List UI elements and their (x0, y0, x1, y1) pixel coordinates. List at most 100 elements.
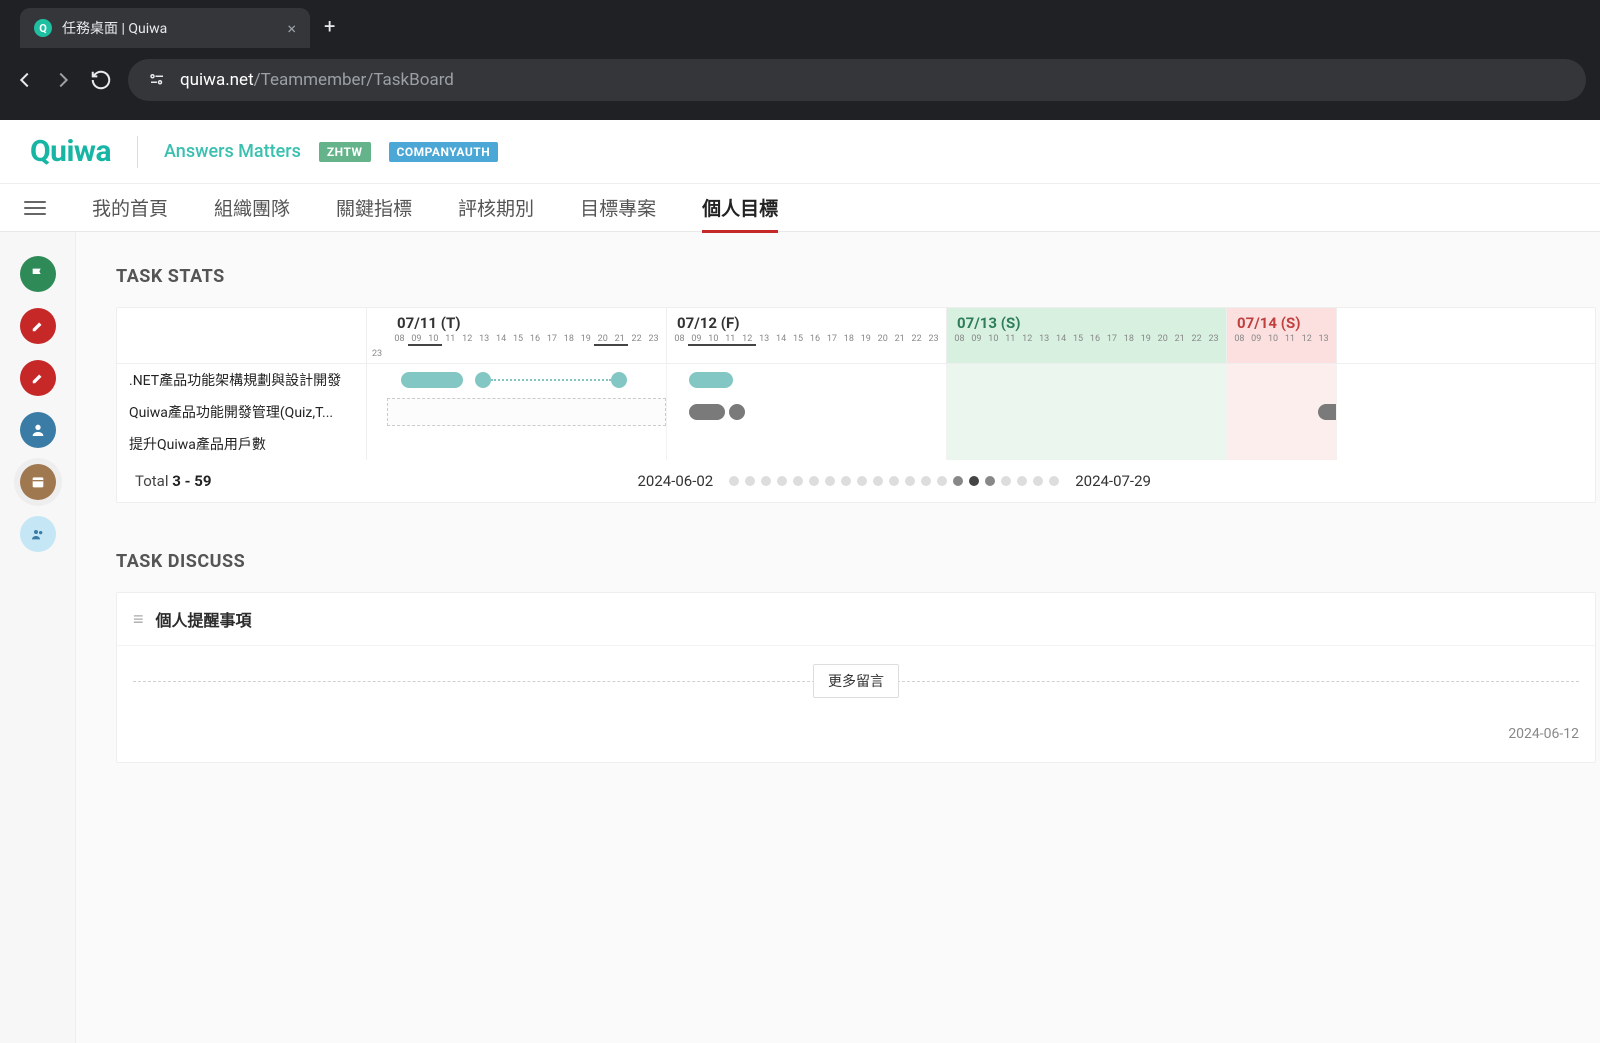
gantt-lane[interactable] (387, 396, 667, 428)
more-comments-button[interactable]: 更多留言 (813, 664, 899, 698)
gantt-dot[interactable] (475, 372, 491, 388)
rail-team-icon[interactable] (20, 516, 56, 552)
back-button[interactable] (14, 69, 36, 91)
pager-dot[interactable] (1001, 476, 1011, 486)
gantt-bar[interactable] (689, 404, 725, 420)
pager-dot[interactable] (825, 476, 835, 486)
url-text: quiwa.net/Teammember/TaskBoard (180, 70, 454, 90)
hour-tick: 12 (1298, 334, 1315, 344)
pager-dot[interactable] (745, 476, 755, 486)
hour-tick: 21 (1171, 334, 1188, 344)
nav-tab-4[interactable]: 目標專案 (580, 184, 656, 232)
rail-flag-icon[interactable] (20, 256, 56, 292)
nav-tab-3[interactable]: 評核期別 (458, 184, 534, 232)
browser-tab[interactable]: Q 任務桌面 | Quiwa × (20, 8, 310, 48)
pager-dot[interactable] (841, 476, 851, 486)
gantt-lane[interactable] (667, 364, 947, 396)
gantt-lane[interactable] (387, 364, 667, 396)
auth-badge[interactable]: COMPANYAUTH (389, 142, 499, 162)
gantt-total: Total 3 - 59 (135, 472, 211, 490)
hour-tick: 14 (493, 334, 510, 346)
rail-user-icon[interactable] (20, 412, 56, 448)
nav-tab-5[interactable]: 個人目標 (702, 184, 778, 232)
task-label[interactable]: .NET產品功能架構規劃與設計開發 (117, 364, 367, 396)
close-tab-icon[interactable]: × (287, 19, 296, 38)
nav-tab-1[interactable]: 組織團隊 (214, 184, 290, 232)
hour-prefix: 23 (367, 308, 387, 363)
task-label[interactable]: Quiwa產品功能開發管理(Quiz,T... (117, 396, 367, 428)
app-header: Quiwa Answers Matters ZHTW COMPANYAUTH (0, 120, 1600, 184)
pager-dot[interactable] (857, 476, 867, 486)
hour-tick: 19 (577, 334, 594, 346)
hour-tick: 08 (951, 334, 968, 344)
gantt-lane[interactable] (1227, 396, 1337, 428)
gantt-lane[interactable] (947, 364, 1227, 396)
pager-dot[interactable] (873, 476, 883, 486)
hour-tick: 09 (968, 334, 985, 344)
gantt-lane[interactable] (667, 428, 947, 460)
menu-icon[interactable] (24, 197, 46, 219)
pager-dot[interactable] (905, 476, 915, 486)
hour-tick: 23 (925, 334, 942, 346)
new-tab-button[interactable]: + (324, 14, 335, 38)
gantt-lane[interactable] (667, 396, 947, 428)
pager-dot[interactable] (777, 476, 787, 486)
gantt-bar[interactable] (689, 372, 733, 388)
pager-dot[interactable] (1017, 476, 1027, 486)
day-column: 07/12 (F)0809101112131415161718192021222… (667, 308, 947, 363)
gantt-lane[interactable] (387, 428, 667, 460)
pager-dot[interactable] (809, 476, 819, 486)
reload-button[interactable] (90, 69, 112, 91)
hour-tick: 13 (1315, 334, 1332, 344)
content-area: TASK STATS 2307/11 (T)080910111213141516… (76, 232, 1600, 1043)
pager-dot[interactable] (1049, 476, 1059, 486)
pager-dot[interactable] (729, 476, 739, 486)
gantt-lane[interactable] (947, 428, 1227, 460)
lang-badge[interactable]: ZHTW (319, 142, 371, 162)
task-stats-title: TASK STATS (116, 266, 1600, 287)
hour-tick: 11 (1002, 334, 1019, 344)
forward-button[interactable] (52, 69, 74, 91)
logo[interactable]: Quiwa (30, 134, 111, 169)
gantt-lane[interactable] (947, 396, 1227, 428)
url-field[interactable]: quiwa.net/Teammember/TaskBoard (128, 59, 1586, 101)
gantt-dot[interactable] (611, 372, 627, 388)
site-settings-icon[interactable] (146, 69, 168, 91)
pager-dot[interactable] (985, 476, 995, 486)
hour-tick: 15 (790, 334, 807, 346)
nav-tab-2[interactable]: 關鍵指標 (336, 184, 412, 232)
hour-tick: 22 (628, 334, 645, 346)
pager-dot[interactable] (889, 476, 899, 486)
pager-dot[interactable] (1033, 476, 1043, 486)
pager-dot[interactable] (937, 476, 947, 486)
hour-tick: 13 (1036, 334, 1053, 344)
rail-calendar-icon[interactable] (20, 464, 56, 500)
gantt-dot[interactable] (729, 404, 745, 420)
pager-end-date: 2024-07-29 (1075, 472, 1151, 490)
task-label[interactable]: 提升Quiwa產品用戶數 (117, 428, 367, 460)
gantt-lane[interactable] (1227, 364, 1337, 396)
gantt-lane[interactable] (1227, 428, 1337, 460)
rail-edit2-icon[interactable] (20, 360, 56, 396)
hour-tick: 16 (1087, 334, 1104, 344)
hour-tick: 14 (773, 334, 790, 346)
rail-edit-icon[interactable] (20, 308, 56, 344)
gantt-bar[interactable] (401, 372, 463, 388)
pager-dot[interactable] (793, 476, 803, 486)
tab-title: 任務桌面 | Quiwa (62, 18, 277, 38)
hour-tick: 17 (543, 334, 560, 346)
hour-tick: 16 (807, 334, 824, 346)
pager-dot[interactable] (953, 476, 963, 486)
workspace: TASK STATS 2307/11 (T)080910111213141516… (0, 232, 1600, 1043)
pager-dot[interactable] (761, 476, 771, 486)
drag-handle-icon[interactable]: ≡ (133, 609, 144, 630)
pager-start-date: 2024-06-02 (637, 472, 713, 490)
nav-tab-0[interactable]: 我的首頁 (92, 184, 168, 232)
pager-dot[interactable] (921, 476, 931, 486)
gantt-row: .NET產品功能架構規劃與設計開發 (117, 364, 1595, 396)
pager-dot[interactable] (969, 476, 979, 486)
tab-bar: Q 任務桌面 | Quiwa × + (0, 0, 1600, 48)
gantt-selection[interactable] (387, 398, 666, 426)
hour-tick: 10 (705, 334, 722, 346)
gantt-bar[interactable] (1318, 404, 1336, 420)
